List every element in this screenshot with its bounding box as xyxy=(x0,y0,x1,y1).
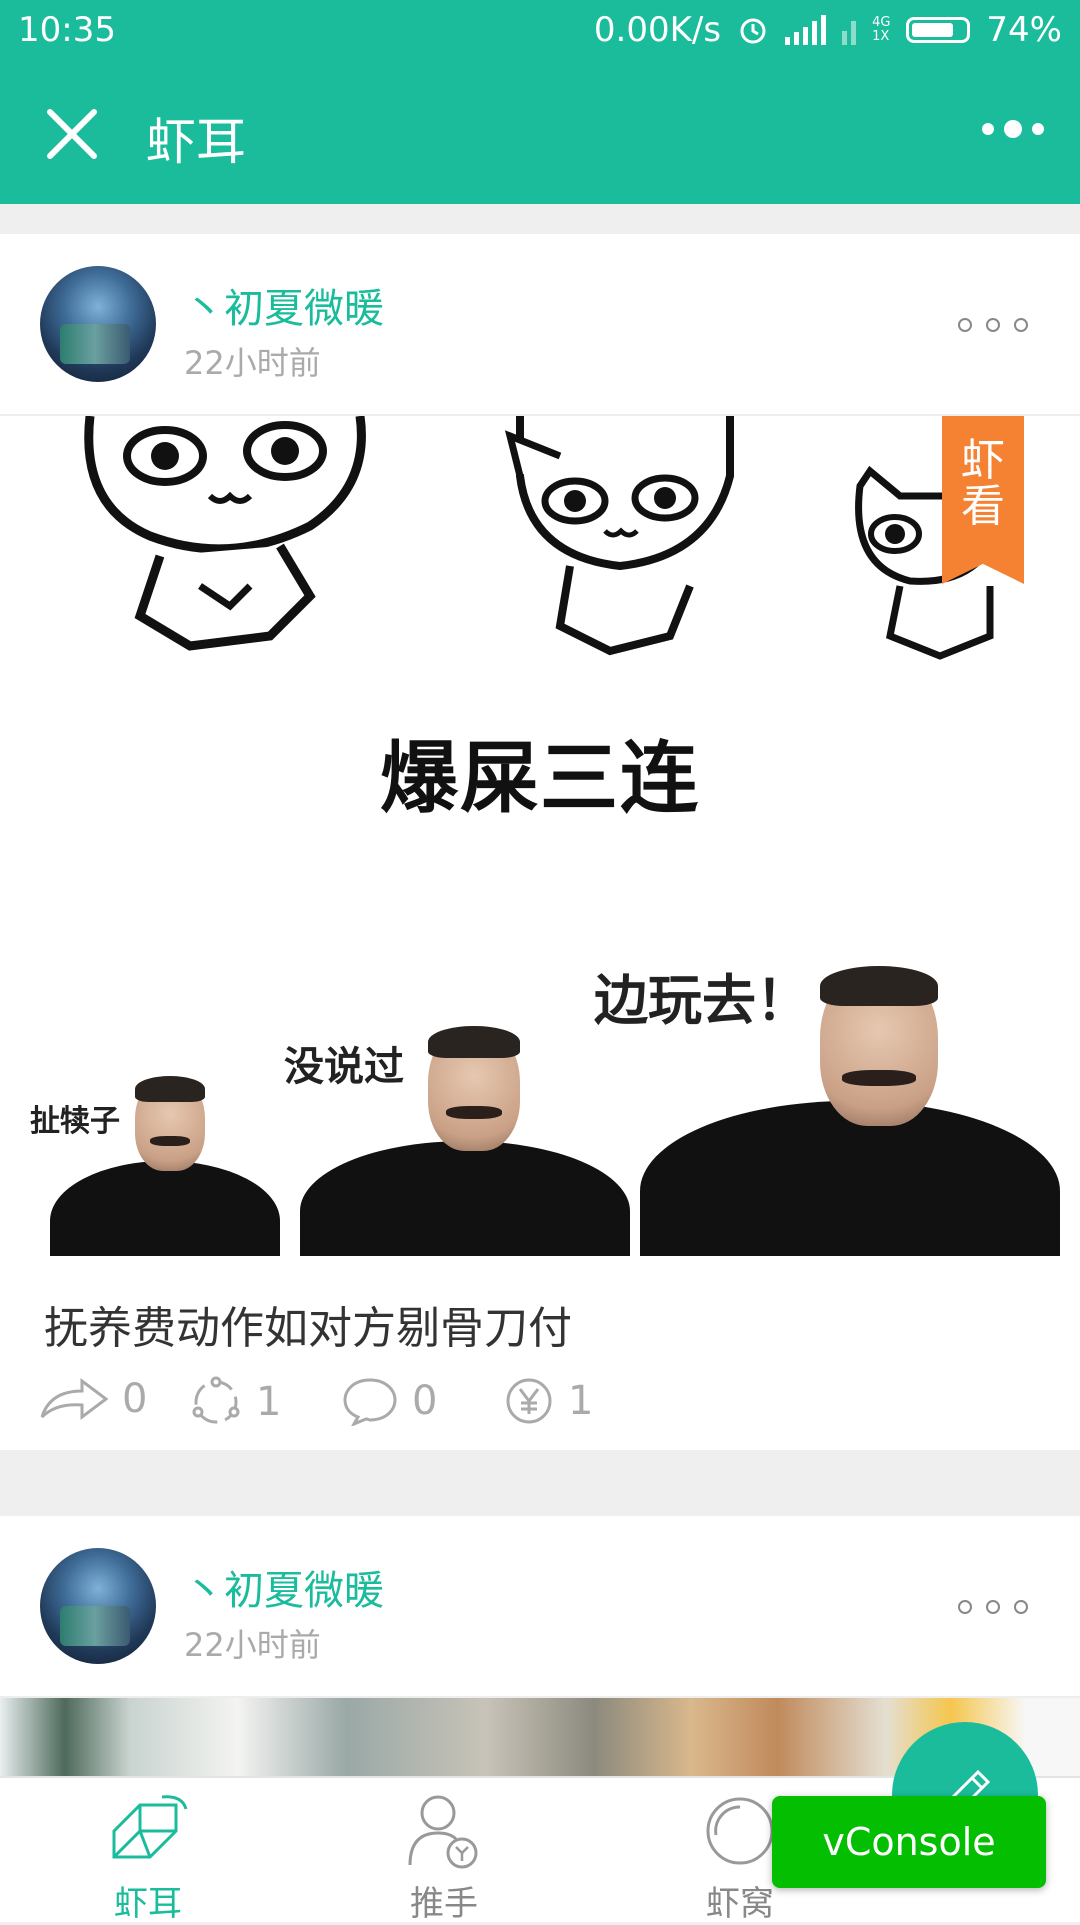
user-coin-icon xyxy=(408,1795,478,1869)
post-card: 丶初夏微暖 22小时前 xyxy=(0,1516,1080,1776)
timestamp: 22小时前 xyxy=(184,344,321,382)
more-icon[interactable] xyxy=(982,120,1044,138)
person-figure xyxy=(640,966,1060,1256)
post-actions: 0 1 0 1 xyxy=(0,1366,1080,1450)
alarm-icon xyxy=(740,18,766,44)
username[interactable]: 丶初夏微暖 xyxy=(184,1558,384,1616)
person-figure xyxy=(300,1026,630,1256)
comment-count: 0 xyxy=(412,1378,438,1424)
battery-icon xyxy=(906,17,971,43)
post-more-icon[interactable] xyxy=(958,318,1028,332)
nav-label: 推手 xyxy=(410,1884,478,1924)
share-icon xyxy=(40,1378,108,1420)
cat-drawing xyxy=(504,416,734,656)
status-bar: 10:35 0.00K/s 4G 1X 74% xyxy=(0,0,1080,60)
yen-coin-icon xyxy=(506,1378,552,1424)
circle-icon xyxy=(706,1797,774,1865)
signal-icon xyxy=(785,15,827,45)
battery-level: 74% xyxy=(986,10,1062,50)
bounce-count: 1 xyxy=(256,1379,282,1425)
share-count: 0 xyxy=(122,1376,148,1422)
nav-item-xiaer[interactable]: 虾耳 xyxy=(48,1786,248,1925)
avatar[interactable] xyxy=(40,1548,156,1664)
nav-item-tuishou[interactable]: 推手 xyxy=(344,1786,544,1925)
avatar[interactable] xyxy=(40,266,156,382)
vconsole-button[interactable]: vConsole xyxy=(772,1796,1046,1888)
meme-caption: 爆屎三连 xyxy=(380,734,701,824)
status-time: 10:35 xyxy=(18,10,116,50)
comment-icon xyxy=(343,1378,397,1426)
comment-button[interactable]: 0 xyxy=(342,1376,437,1426)
page-title: 虾耳 xyxy=(146,113,246,171)
close-icon[interactable] xyxy=(40,102,104,166)
nav-label: 虾耳 xyxy=(114,1884,182,1924)
username[interactable]: 丶初夏微暖 xyxy=(184,276,384,334)
hot-ribbon-badge: 虾看 xyxy=(942,416,1024,584)
signal-icon-2 xyxy=(842,15,857,45)
status-indicators: 0.00K/s 4G 1X 74% xyxy=(594,10,1062,50)
reward-count: 1 xyxy=(568,1378,594,1424)
network-speed: 0.00K/s xyxy=(593,10,722,50)
person-figure xyxy=(50,1076,280,1256)
post-title[interactable]: 抚养费动作如对方剔骨刀付 xyxy=(0,1256,1080,1366)
post-image[interactable]: 爆屎三连 扯犊子 没说过 边玩去！ 虾看 xyxy=(0,416,1080,1256)
bounce-button[interactable]: 1 xyxy=(190,1376,281,1428)
bounce-icon xyxy=(192,1376,240,1424)
share-button[interactable]: 0 xyxy=(40,1376,147,1422)
post-header: 丶初夏微暖 22小时前 xyxy=(0,234,1080,416)
network-type: 4G 1X xyxy=(872,15,891,44)
app-bar: 虾耳 xyxy=(0,60,1080,204)
post-more-icon[interactable] xyxy=(958,1600,1028,1614)
post-header: 丶初夏微暖 22小时前 xyxy=(0,1516,1080,1698)
reward-button[interactable]: 1 xyxy=(504,1376,593,1426)
post-card: 丶初夏微暖 22小时前 爆屎三连 扯犊子 没说过 边玩去！ 虾看 抚养费动作如对… xyxy=(0,234,1080,1450)
shrimp-icon xyxy=(112,1795,188,1859)
timestamp: 22小时前 xyxy=(184,1626,321,1664)
cat-drawing xyxy=(84,416,366,651)
